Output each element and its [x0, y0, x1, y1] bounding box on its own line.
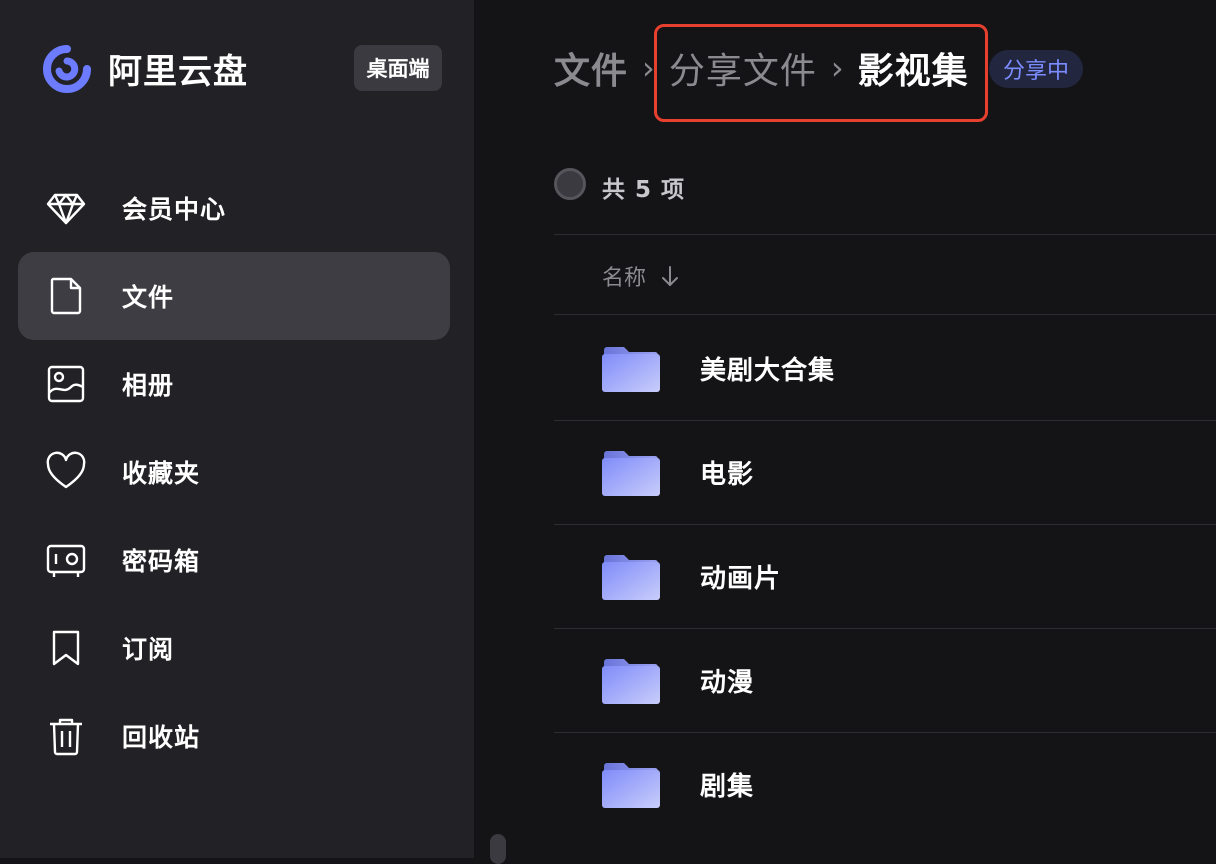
- photo-album-icon: [44, 362, 88, 406]
- list-item-name: 美剧大合集: [700, 355, 836, 386]
- list-item-name: 电影: [700, 459, 755, 490]
- folder-icon: [602, 659, 660, 704]
- bookmark-icon: [44, 626, 88, 670]
- list-item[interactable]: 剧集: [554, 732, 1216, 836]
- trash-icon: [44, 714, 88, 758]
- list-item-name: 动漫: [700, 667, 755, 698]
- sidebar-item-subscriptions[interactable]: 订阅: [18, 604, 450, 692]
- sidebar-item-album[interactable]: 相册: [18, 340, 450, 428]
- divider: [554, 314, 1216, 315]
- list-item[interactable]: 动画片: [554, 524, 1216, 628]
- sidebar-item-favorites[interactable]: 收藏夹: [18, 428, 450, 516]
- item-count: 共 5 项: [602, 177, 686, 203]
- sidebar-item-membership[interactable]: 会员中心: [18, 164, 450, 252]
- list-item[interactable]: 动漫: [554, 628, 1216, 732]
- sidebar-item-label: 收藏夹: [122, 459, 201, 488]
- diamond-icon: [44, 186, 88, 230]
- breadcrumb-separator: ›: [830, 49, 844, 87]
- sidebar-item-label: 订阅: [122, 635, 175, 664]
- breadcrumb: 文件 › 分享文件 › 影视集: [554, 44, 969, 92]
- sidebar-nav: 会员中心 文件 相册 收藏夹 密码箱 订阅 回收站: [18, 164, 450, 780]
- aliyun-drive-logo-icon: [43, 44, 91, 93]
- folder-icon: [602, 451, 660, 496]
- select-all-checkbox[interactable]: [554, 168, 586, 200]
- safe-icon: [44, 538, 88, 582]
- heart-icon: [44, 450, 88, 494]
- desktop-badge: 桌面端: [354, 45, 442, 91]
- sidebar-item-label: 回收站: [122, 723, 201, 752]
- sharing-status-badge: 分享中: [989, 50, 1083, 88]
- scrollbar-handle[interactable]: [490, 834, 506, 864]
- folder-icon: [602, 347, 660, 392]
- breadcrumb-separator: ›: [642, 49, 655, 87]
- divider: [554, 234, 1216, 235]
- list-item-name: 动画片: [700, 563, 782, 594]
- file-icon: [44, 274, 88, 318]
- arrow-down-icon: [662, 266, 679, 287]
- main-content: 文件 › 分享文件 › 影视集 分享中 共 5 项 名称 美剧大合集 电影 动画…: [474, 0, 1216, 864]
- breadcrumb-current: 影视集: [857, 51, 969, 92]
- column-header-label: 名称: [602, 266, 647, 291]
- sidebar-item-files[interactable]: 文件: [18, 252, 450, 340]
- breadcrumb-parent[interactable]: 分享文件: [669, 42, 817, 94]
- sidebar-item-label: 密码箱: [122, 547, 201, 576]
- breadcrumb-root[interactable]: 文件: [554, 42, 628, 94]
- folder-icon: [602, 763, 660, 808]
- sidebar-item-label: 会员中心: [122, 195, 227, 224]
- sidebar-item-recycle-bin[interactable]: 回收站: [18, 692, 450, 780]
- list-item[interactable]: 电影: [554, 420, 1216, 524]
- sidebar-item-label: 文件: [122, 283, 175, 312]
- sidebar-item-password-safe[interactable]: 密码箱: [18, 516, 450, 604]
- sidebar-item-label: 相册: [122, 371, 175, 400]
- sidebar: 阿里云盘 桌面端 会员中心 文件 相册 收藏夹 密码箱 订阅 回收站: [0, 0, 474, 858]
- app-name: 阿里云盘: [108, 52, 248, 92]
- column-header-name[interactable]: 名称: [602, 260, 680, 292]
- list-item-name: 剧集: [700, 771, 755, 802]
- folder-icon: [602, 555, 660, 600]
- list-item[interactable]: 美剧大合集: [554, 316, 1216, 420]
- app-logo[interactable]: 阿里云盘: [42, 44, 248, 93]
